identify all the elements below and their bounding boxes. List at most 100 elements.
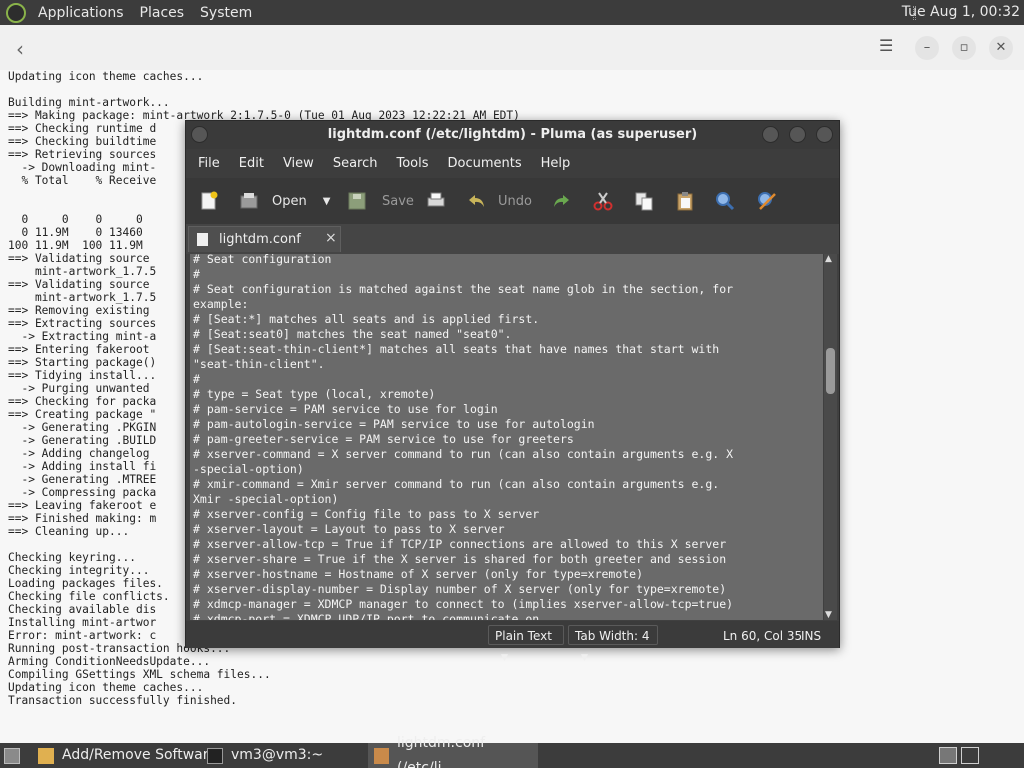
terminal-header: ‹ ☰ – ▫ ✕ bbox=[0, 25, 1024, 70]
cursor-position: Ln 60, Col 35 bbox=[723, 629, 803, 643]
scroll-down-icon[interactable]: ▼ bbox=[825, 610, 832, 620]
toolbar: Open ▼ Save Undo bbox=[186, 178, 839, 224]
code-line: # Seat configuration is matched against … bbox=[193, 282, 734, 296]
task-label: Add/Remove Software bbox=[62, 747, 217, 763]
find-button[interactable] bbox=[714, 188, 736, 214]
code-line: "seat-thin-client". bbox=[193, 357, 325, 371]
task-lightdm-editor[interactable]: lightdm.conf (/etc/li... bbox=[368, 735, 538, 768]
code-line: # xserver-share = True if the X server i… bbox=[193, 552, 727, 566]
menu-documents[interactable]: Documents bbox=[448, 156, 522, 171]
workspace-1[interactable] bbox=[939, 747, 957, 764]
language-selector[interactable]: Plain Text ▼ bbox=[488, 625, 564, 663]
code-line: # type = Seat type (local, xremote) bbox=[193, 387, 436, 401]
code-line: # xserver-allow-tcp = True if TCP/IP con… bbox=[193, 537, 727, 551]
print-icon bbox=[427, 192, 445, 207]
close-icon[interactable]: ✕ bbox=[989, 36, 1013, 60]
paste-icon bbox=[677, 192, 693, 211]
menu-file[interactable]: File bbox=[198, 156, 220, 171]
code-line: # pam-greeter-service = PAM service to u… bbox=[193, 432, 574, 446]
copy-button[interactable] bbox=[633, 188, 655, 214]
maximize-icon[interactable]: ▫ bbox=[952, 36, 976, 60]
open-button[interactable]: Open ▼ bbox=[238, 188, 330, 214]
task-label: vm3@vm3:~ bbox=[231, 747, 324, 763]
terminal-line: Building mint-artwork... bbox=[8, 96, 170, 109]
minimize-icon[interactable]: – bbox=[915, 36, 939, 60]
menubar: File Edit View Search Tools Documents He… bbox=[186, 149, 839, 178]
tab-close-icon[interactable]: × bbox=[325, 230, 337, 246]
minimize-button[interactable] bbox=[762, 126, 779, 143]
code-line: # [Seat:seat0] matches the seat named "s… bbox=[193, 327, 512, 341]
bottom-panel: Add/Remove Software vm3@vm3:~ lightdm.co… bbox=[0, 735, 1024, 768]
show-desktop-button[interactable] bbox=[4, 743, 28, 768]
new-document-icon bbox=[201, 191, 218, 210]
tab-bar: lightdm.conf × bbox=[186, 224, 839, 254]
insert-mode: INS bbox=[801, 629, 822, 643]
code-line: # bbox=[193, 267, 200, 281]
mint-logo-icon[interactable] bbox=[6, 2, 26, 23]
code-line: # xserver-config = Config file to pass t… bbox=[193, 507, 540, 521]
task-label: lightdm.conf (/etc/li... bbox=[397, 734, 486, 768]
menu-edit[interactable]: Edit bbox=[239, 156, 264, 171]
redo-button[interactable] bbox=[550, 188, 572, 214]
open-recent-dropdown-icon[interactable]: ▼ bbox=[323, 196, 331, 207]
code-line: # xserver-display-number = Display numbe… bbox=[193, 582, 727, 596]
task-terminal[interactable]: vm3@vm3:~ bbox=[207, 743, 323, 768]
tab-width-label: Tab Width: 4 bbox=[575, 629, 650, 643]
code-line: # Seat configuration bbox=[193, 254, 332, 266]
maximize-button[interactable] bbox=[789, 126, 806, 143]
terminal-icon bbox=[207, 747, 223, 764]
text-file-icon bbox=[197, 233, 208, 246]
cut-button[interactable] bbox=[592, 188, 614, 214]
terminal-line: Updating icon theme caches... bbox=[8, 681, 204, 694]
editor-titlebar[interactable]: lightdm.conf (/etc/lightdm) - Pluma (as … bbox=[186, 121, 839, 149]
new-button[interactable] bbox=[198, 188, 220, 214]
scroll-up-icon[interactable]: ▲ bbox=[825, 254, 832, 264]
save-icon bbox=[348, 192, 366, 210]
menu-system[interactable]: System bbox=[196, 5, 256, 21]
workspace-2[interactable] bbox=[961, 747, 979, 764]
menu-help[interactable]: Help bbox=[541, 156, 571, 171]
open-label: Open bbox=[272, 193, 307, 209]
back-arrow-icon[interactable]: ‹ bbox=[16, 37, 24, 61]
code-line: # pam-autologin-service = PAM service to… bbox=[193, 417, 595, 431]
menu-places[interactable]: Places bbox=[136, 5, 189, 21]
undo-icon bbox=[469, 195, 484, 207]
terminal-line: Transaction successfully finished. bbox=[8, 694, 238, 707]
tab-width-selector[interactable]: Tab Width: 4 ▼ bbox=[568, 625, 658, 663]
tab-label: lightdm.conf bbox=[219, 232, 301, 247]
status-bar: Plain Text ▼ Tab Width: 4 ▼ Ln 60, Col 3… bbox=[186, 621, 839, 663]
clock[interactable]: Tue Aug 1, 00:32 bbox=[902, 4, 1020, 20]
replace-button[interactable] bbox=[756, 188, 778, 214]
menu-tools[interactable]: Tools bbox=[396, 156, 428, 171]
pluma-editor-window[interactable]: lightdm.conf (/etc/lightdm) - Pluma (as … bbox=[185, 120, 840, 663]
window-menu-icon[interactable] bbox=[191, 126, 208, 143]
tab-lightdm-conf[interactable]: lightdm.conf × bbox=[188, 226, 341, 252]
menu-applications[interactable]: Applications bbox=[34, 5, 128, 21]
vertical-scrollbar[interactable]: ▲ ▼ bbox=[824, 254, 837, 620]
code-line: # xserver-command = X server command to … bbox=[193, 447, 734, 461]
save-label: Save bbox=[382, 193, 414, 209]
text-editor-icon bbox=[374, 747, 389, 764]
code-line: example: bbox=[193, 297, 249, 311]
print-button[interactable] bbox=[425, 188, 447, 214]
menu-search[interactable]: Search bbox=[333, 156, 378, 171]
cut-icon bbox=[593, 192, 613, 211]
hamburger-menu-icon[interactable]: ☰ bbox=[879, 36, 893, 55]
desktop-icon bbox=[4, 747, 20, 764]
task-add-remove-software[interactable]: Add/Remove Software bbox=[38, 743, 217, 768]
top-panel: Applications Places System Tue Aug 1, 00… bbox=[0, 0, 1024, 25]
scroll-thumb[interactable] bbox=[826, 348, 835, 394]
paste-button[interactable] bbox=[674, 188, 696, 214]
save-button[interactable]: Save bbox=[346, 188, 414, 214]
menu-view[interactable]: View bbox=[283, 156, 314, 171]
text-editor-area[interactable]: # Seat configuration # # Seat configuratio… bbox=[190, 254, 823, 620]
code-line: # [Seat:*] matches all seats and is appl… bbox=[193, 312, 540, 326]
copy-icon bbox=[635, 192, 653, 211]
code-line: # pam-service = PAM service to use for l… bbox=[193, 402, 498, 416]
code-line: # [Seat:seat-thin-client*] matches all s… bbox=[193, 342, 720, 356]
find-replace-icon bbox=[758, 192, 776, 210]
undo-button[interactable]: Undo bbox=[466, 188, 532, 214]
code-line: # xdmcp-port = XDMCP UDP/IP port to comm… bbox=[193, 612, 540, 620]
close-button[interactable] bbox=[816, 126, 833, 143]
